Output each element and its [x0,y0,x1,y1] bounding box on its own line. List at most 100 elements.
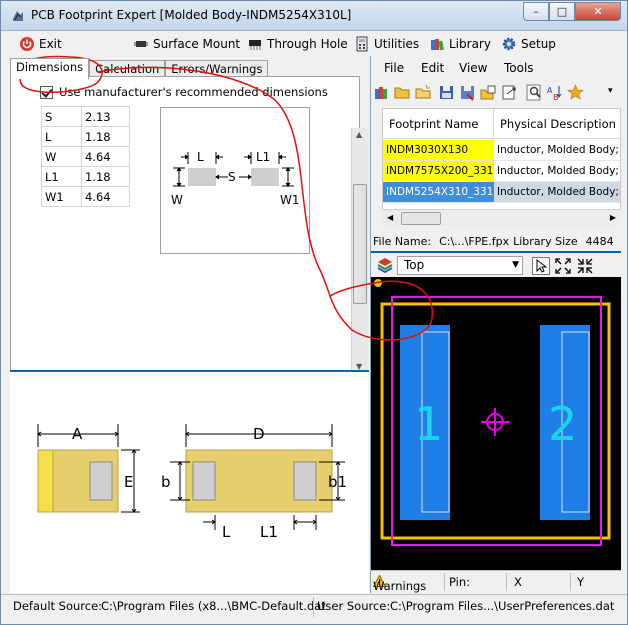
scroll-up-icon[interactable]: ▲ [356,130,362,139]
minimize-button[interactable]: – [523,2,549,21]
search-icon[interactable] [526,84,543,101]
drawing-label-l: L [222,523,231,541]
library-menu-tools[interactable]: Tools [504,61,534,75]
checkbox-checked-icon[interactable] [40,85,53,99]
preview-label-l: L [197,150,204,164]
scroll-left-icon[interactable]: ◀ [387,213,393,222]
save-as-icon[interactable] [459,84,476,101]
library-menu[interactable]: Library [429,36,491,52]
tab-dimensions[interactable]: Dimensions [10,58,90,79]
library-label: Library [449,37,491,51]
column-header-physical-description[interactable]: Physical Description [494,109,620,139]
preview-label-s: S [228,170,236,184]
default-source-value: C:\Program Files (x8...\BMC-Default.dat [101,599,326,613]
origin-crosshair-icon [481,408,509,436]
save-icon[interactable] [438,84,455,101]
y-coordinate-label: Y [577,575,585,589]
through-hole-menu[interactable]: Through Hole [247,36,348,52]
library-size-label: Library Size [513,234,578,248]
setup-menu[interactable]: Setup [501,36,556,52]
table-row: L1 1.18 [41,166,130,187]
layer-select-value: Top [404,258,425,272]
power-icon [20,37,34,51]
file-name-label: File Name: [373,234,432,248]
footprint-name-cell[interactable]: INDM3030X130 [383,140,494,161]
toolbar-overflow-icon[interactable]: ▾ [608,86,613,96]
description-cell[interactable]: Inductor, Molded Body;3.0 [494,140,620,161]
surface-mount-menu[interactable]: Surface Mount [133,36,240,52]
library-menu-view[interactable]: View [459,61,487,75]
warnings-indicator[interactable]: Warnings [373,575,426,593]
utilities-label: Utilities [374,37,420,51]
dim-value-input[interactable]: 1.18 [81,166,130,187]
drawing-label-d: D [253,425,265,443]
drawing-label-b: b [161,473,171,491]
dimensions-panel: Use manufacturer's recommended dimension… [10,76,360,372]
select-pointer-icon[interactable] [532,257,550,275]
open-folder-icon[interactable] [394,84,411,101]
right-pane: File Edit View Tools AB ▾ Footprint Name… [370,56,621,593]
pin1-marker [374,279,382,287]
dim-name: S [41,106,82,127]
maximize-button[interactable]: □ [549,2,575,21]
pin-label: Pin: [449,575,471,589]
left-vertical-scrollbar[interactable]: ▲ ▼ [351,128,368,373]
status-bar: Default Source: C:\Program Files (x8...\… [1,594,627,624]
calculator-icon [356,36,368,52]
scrollbar-thumb[interactable] [353,184,367,304]
close-button[interactable]: ✕ [575,2,621,21]
footprint-canvas[interactable]: 1 2 [371,277,621,570]
chevron-down-icon[interactable]: ▼ [512,257,519,274]
library-menu-file[interactable]: File [384,61,404,75]
library-menu-edit[interactable]: Edit [421,61,444,75]
surface-mount-label: Surface Mount [153,37,241,51]
scrollbar-thumb[interactable] [401,212,441,225]
library-books-icon[interactable] [373,84,390,101]
table-row: W1 4.64 [41,186,130,207]
scroll-right-icon[interactable]: ▶ [610,213,616,222]
copy-folder-icon[interactable] [480,84,497,101]
favorite-star-icon[interactable] [567,84,584,101]
main-window: PCB Footprint Expert [Molded Body-INDM52… [0,0,628,625]
books-icon [431,39,444,51]
smd-chip-icon [134,41,148,47]
dimension-tabs: Dimensions Calculation Errors/Warnings [10,58,269,79]
description-cell-selected[interactable]: Inductor, Molded Body;5.2 [494,182,620,203]
drawing-label-b1: b1 [328,473,347,491]
footprint-name-cell[interactable]: INDM7575X200_331 [383,161,494,182]
layer-toolbar: Top ▼ [371,251,621,277]
drawing-label-a: A [72,425,83,443]
warnings-label: Warnings [373,579,427,593]
sort-az-icon[interactable]: AB [546,84,563,101]
column-header-footprint-name[interactable]: Footprint Name [383,109,494,139]
gear-icon [502,37,516,51]
preview-label-l1: L1 [256,150,270,164]
export-icon[interactable] [501,84,518,101]
dim-value-input[interactable]: 1.18 [81,126,130,147]
dimensions-table: S 2.13 L 1.18 W 4.64 L1 1.18 W1 4.64 [41,106,130,207]
x-coordinate-label: X [514,575,522,589]
folder-new-icon[interactable] [415,84,432,101]
footprint-name-cell-selected[interactable]: INDM5254X310_331 [383,182,494,203]
dim-name: L1 [41,166,82,187]
utilities-menu[interactable]: Utilities [354,36,419,52]
file-info-line: File Name: C:\...\FPE.fpx Library Size 4… [373,231,621,251]
land-pattern-preview: L L1 S W W1 [160,107,310,254]
layer-select[interactable]: Top ▼ [397,256,523,275]
library-menubar: File Edit View Tools [371,56,621,78]
dim-value-input[interactable]: 4.64 [81,186,130,207]
library-size-value: 4484 [585,234,614,248]
zoom-fit-icon[interactable] [576,257,594,275]
dim-name: W [41,146,82,167]
dim-value-input[interactable]: 4.64 [81,146,130,167]
exit-menu[interactable]: Exit [19,36,62,52]
through-hole-label: Through Hole [267,37,348,51]
grid-horizontal-scrollbar[interactable]: ◀ ▶ [382,209,621,226]
description-cell[interactable]: Inductor, Molded Body;7.5 [494,161,620,182]
package-drawing-pane: A D E b b1 L L1 [10,370,369,593]
zoom-extents-icon[interactable] [554,257,572,275]
use-manufacturer-checkbox[interactable]: Use manufacturer's recommended dimension… [40,85,328,99]
preview-label-w: W [171,193,183,207]
pad-1-label: 1 [414,397,443,451]
dim-value-input[interactable]: 2.13 [81,106,130,127]
